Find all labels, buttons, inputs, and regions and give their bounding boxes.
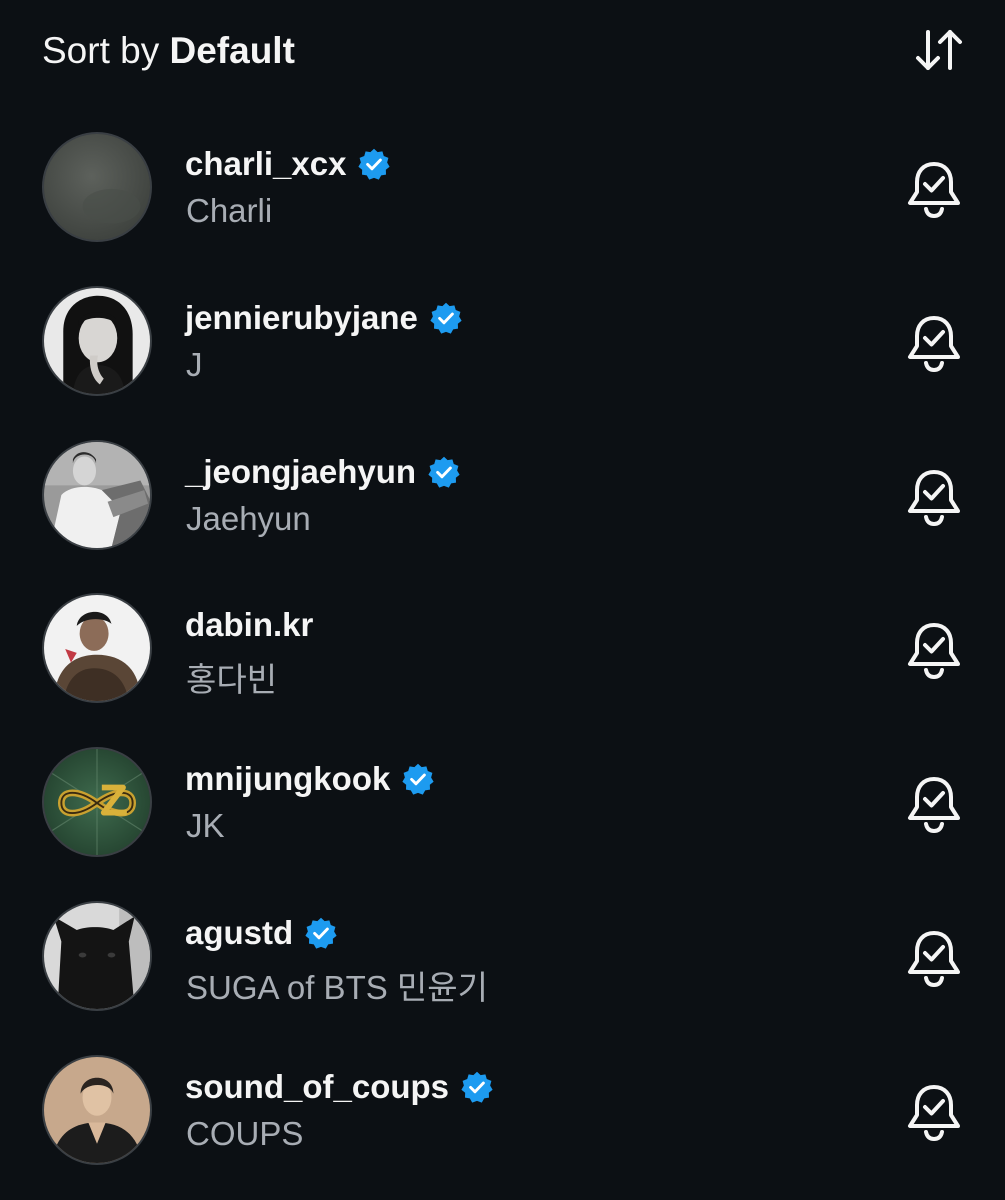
notifications-button[interactable] (903, 1081, 965, 1143)
bell-check-icon (908, 1084, 960, 1141)
username[interactable]: agustd (185, 914, 293, 952)
notifications-button[interactable] (903, 773, 965, 835)
username[interactable]: charli_xcx (185, 145, 346, 183)
profile-photo-gray (44, 134, 150, 240)
full-name: COUPS (186, 1114, 304, 1152)
bell-check-icon (908, 623, 960, 680)
list-item[interactable]: dabin.kr 홍다빈 (0, 571, 1005, 725)
name-line: jennierubyjane (185, 296, 462, 340)
notifications-button[interactable] (903, 312, 965, 374)
sort-bar: Sort by Default (0, 0, 1005, 104)
sort-prefix: Sort by (42, 30, 160, 71)
username[interactable]: sound_of_coups (185, 1068, 449, 1106)
name-line: mnijungkook (185, 757, 434, 801)
sort-arrows-icon (916, 30, 962, 70)
username[interactable]: dabin.kr (185, 606, 313, 644)
list-item[interactable]: agustd SUGA of BTS 민윤기 (0, 879, 1005, 1033)
name-line: agustd (185, 911, 337, 955)
avatar[interactable] (42, 593, 152, 704)
sort-label[interactable]: Sort by Default (42, 28, 295, 74)
list-item[interactable]: jennierubyjane J (0, 264, 1005, 418)
bell-check-icon (908, 315, 960, 372)
avatar[interactable] (42, 439, 152, 550)
profile-photo-bw-portrait (44, 287, 150, 394)
profile-photo-fur-coat (44, 595, 150, 702)
notifications-button[interactable] (903, 619, 965, 681)
full-name: Charli (186, 192, 273, 229)
name-line: _jeongjaehyun (185, 450, 460, 494)
profile-photo-logo-green (44, 749, 150, 856)
bell-check-icon (908, 777, 960, 834)
notifications-button[interactable] (903, 927, 965, 989)
full-name: Jaehyun (186, 499, 311, 537)
verified-badge-icon (461, 1071, 493, 1103)
bell-check-icon (908, 469, 960, 526)
full-name: SUGA of BTS 민윤기 (186, 968, 488, 1006)
sort-order-button[interactable] (910, 24, 968, 76)
name-line: dabin.kr (185, 603, 313, 647)
list-item[interactable]: charli_xcx Charli (0, 110, 1005, 264)
verified-badge-icon (402, 763, 434, 795)
username[interactable]: mnijungkook (185, 760, 390, 798)
profile-photo-bw-fashion (44, 441, 150, 548)
profile-photo-black-cat (44, 902, 150, 1009)
avatar[interactable] (42, 900, 152, 1011)
full-name: J (186, 345, 203, 383)
verified-badge-icon (305, 917, 337, 949)
avatar[interactable] (42, 1054, 152, 1165)
notifications-button[interactable] (903, 158, 965, 220)
list-item[interactable]: sound_of_coups COUPS (0, 1033, 1005, 1187)
verified-badge-icon (358, 148, 391, 180)
list-item[interactable]: mnijungkook JK (0, 725, 1005, 879)
notifications-button[interactable] (903, 466, 965, 528)
list-item[interactable]: _jeongjaehyun Jaehyun (0, 418, 1005, 572)
avatar[interactable] (42, 132, 152, 242)
sort-value[interactable]: Default (170, 30, 295, 71)
avatar[interactable] (42, 747, 152, 858)
full-name: 홍다빈 (186, 661, 278, 699)
verified-badge-icon (430, 302, 462, 334)
username[interactable]: _jeongjaehyun (185, 453, 416, 491)
name-line: charli_xcx (185, 142, 391, 186)
name-line: sound_of_coups (185, 1065, 493, 1109)
bell-check-icon (908, 162, 960, 218)
full-name: JK (186, 807, 225, 845)
avatar[interactable] (42, 285, 152, 396)
verified-badge-icon (428, 456, 460, 488)
username[interactable]: jennierubyjane (185, 299, 418, 337)
bell-check-icon (908, 930, 960, 987)
following-list: charli_xcx Charli jennierubyjane J _jeon… (0, 110, 1005, 1187)
profile-photo-suit-portrait (44, 1056, 150, 1163)
